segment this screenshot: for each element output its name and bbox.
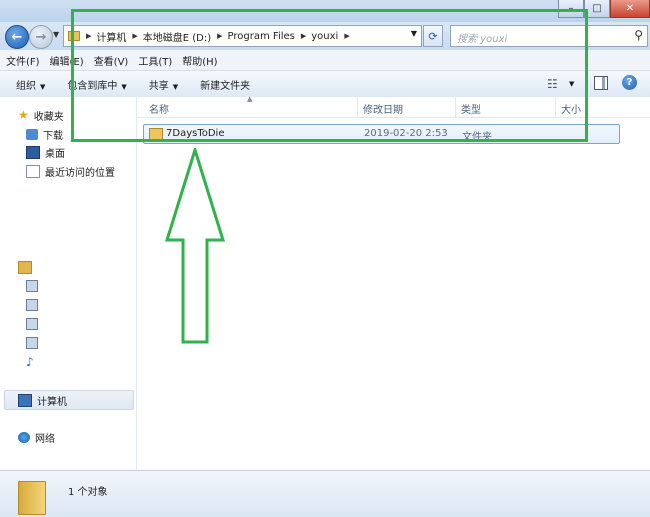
address-row: ← → ▼ ▶ 计算机 ▶ 本地磁盘E (D:) ▶ Program Files… [0,22,650,50]
back-button[interactable]: ← [5,25,29,49]
organize-label: 组织 [16,80,36,92]
chevron-down-icon: ▼ [121,82,127,91]
include-library-label: 包含到库中 [67,80,118,92]
nav-favorites-label: 收藏夹 [33,111,64,123]
preview-pane-icon[interactable] [594,76,608,90]
nav-downloads[interactable]: 下载 [26,125,63,143]
recent-places-icon [26,164,40,178]
window-controls: – □ ✕ [558,0,650,18]
share-label: 共享 [148,80,169,92]
nav-recent-label: 最近访问的位置 [45,167,115,179]
nav-desktop-label: 桌面 [45,148,65,160]
close-button[interactable]: ✕ [610,0,650,18]
network-icon [18,431,30,443]
minimize-button[interactable]: – [558,0,584,18]
folder-icon [68,31,80,41]
table-row[interactable]: 7DaysToDie 2019-02-20 2:53 文件夹 [143,124,620,144]
menu-file[interactable]: 文件(F) [2,53,44,68]
breadcrumb-computer[interactable]: 计算机 [96,29,126,44]
chevron-down-icon[interactable]: ▼ [569,80,574,88]
nav-lib-item[interactable] [26,296,43,314]
search-placeholder: 搜索 youxi [457,34,508,45]
include-library-button[interactable]: 包含到库中 ▼ [61,77,132,92]
organize-button[interactable]: 组织 ▼ [10,77,51,92]
documents-icon [26,337,38,349]
nav-network[interactable]: 网络 [18,428,55,446]
new-folder-button[interactable]: 新建文件夹 [194,77,256,92]
view-options-icon[interactable]: ☷ [547,77,558,91]
breadcrumb-chevron-icon[interactable]: ▶ [217,32,222,40]
maximize-button[interactable]: □ [584,0,610,18]
nav-libraries[interactable] [18,258,37,276]
menu-view[interactable]: 查看(V) [90,53,133,68]
breadcrumb-chevron-icon[interactable]: ▶ [86,32,91,40]
file-type: 文件夹 [462,132,492,143]
refresh-button[interactable]: ⟳ [423,25,443,47]
computer-icon [18,393,32,407]
column-date[interactable]: 修改日期 [363,101,403,116]
nav-computer-label: 计算机 [37,396,67,408]
column-divider[interactable] [357,97,358,117]
menu-tools[interactable]: 工具(T) [134,53,176,68]
file-name: 7DaysToDie [166,128,225,139]
file-list-pane: ▲ 名称 修改日期 类型 大小 7DaysToDie 2019-02-20 2:… [137,95,650,469]
breadcrumb-chevron-icon[interactable]: ▶ [344,32,349,40]
nav-computer[interactable]: 计算机 [18,391,67,409]
file-date: 2019-02-20 2:53 [364,128,448,139]
desktop-icon [26,145,40,159]
chevron-down-icon: ▼ [40,82,46,91]
search-input[interactable]: 搜索 youxi ⚲ [450,25,648,47]
menu-help[interactable]: 帮助(H) [178,53,221,68]
pictures-icon [26,299,38,311]
star-icon: ★ [18,108,29,122]
column-divider[interactable] [455,97,456,117]
music-icon: ♪ [26,355,34,369]
menu-bar: 文件(F) 编辑(E) 查看(V) 工具(T) 帮助(H) [0,50,650,71]
column-divider[interactable] [555,97,556,117]
nav-lib-item[interactable] [26,334,43,352]
refresh-icon: ⟳ [428,29,438,43]
nav-recent[interactable]: 最近访问的位置 [26,162,115,180]
title-bar: – □ ✕ [0,0,650,22]
breadcrumb-youxi[interactable]: youxi [311,31,338,42]
navigation-pane: ★ 收藏夹 下载 桌面 最近访问的位置 ♪ 计算机 网络 [0,97,137,469]
help-icon[interactable]: ? [622,75,637,90]
folder-icon [149,128,163,140]
column-size[interactable]: 大小 [561,101,581,116]
nav-lib-item[interactable] [26,277,43,295]
nav-lib-item[interactable]: ♪ [26,353,39,371]
nav-network-label: 网络 [35,433,55,445]
column-name[interactable]: 名称 [149,101,169,116]
breadcrumb-program-files[interactable]: Program Files [228,31,295,42]
item-count: 1 个对象 [68,487,108,498]
nav-downloads-label: 下载 [43,130,63,142]
share-button[interactable]: 共享 ▼ [143,77,184,92]
address-dropdown-icon[interactable]: ▼ [411,29,417,38]
nav-lib-item[interactable] [26,315,43,333]
search-icon[interactable]: ⚲ [634,28,643,42]
status-bar: 1 个对象 [0,470,650,517]
forward-arrow-icon: → [35,29,47,45]
videos-icon [26,280,38,292]
breadcrumb-chevron-icon[interactable]: ▶ [132,32,137,40]
breadcrumb-chevron-icon[interactable]: ▶ [301,32,306,40]
menu-edit[interactable]: 编辑(E) [46,53,88,68]
address-bar[interactable]: ▶ 计算机 ▶ 本地磁盘E (D:) ▶ Program Files ▶ you… [63,25,422,47]
command-toolbar: 组织 ▼ 包含到库中 ▼ 共享 ▼ 新建文件夹 ☷ ▼ ? [0,71,650,98]
folder-icon [18,481,46,515]
download-icon [26,128,38,140]
libraries-icon [18,260,32,274]
sort-ascending-icon: ▲ [247,95,253,103]
nav-favorites[interactable]: ★ 收藏夹 [18,106,64,124]
forward-button[interactable]: → [29,25,53,49]
recent-pages-dropdown[interactable]: ▼ [53,30,59,39]
column-type[interactable]: 类型 [461,101,481,116]
back-arrow-icon: ← [11,29,23,45]
nav-desktop[interactable]: 桌面 [26,143,65,161]
documents-icon [26,318,38,330]
chevron-down-icon: ▼ [172,82,179,91]
breadcrumb-drive[interactable]: 本地磁盘E (D:) [143,29,211,44]
column-header: ▲ 名称 修改日期 类型 大小 [137,95,650,118]
